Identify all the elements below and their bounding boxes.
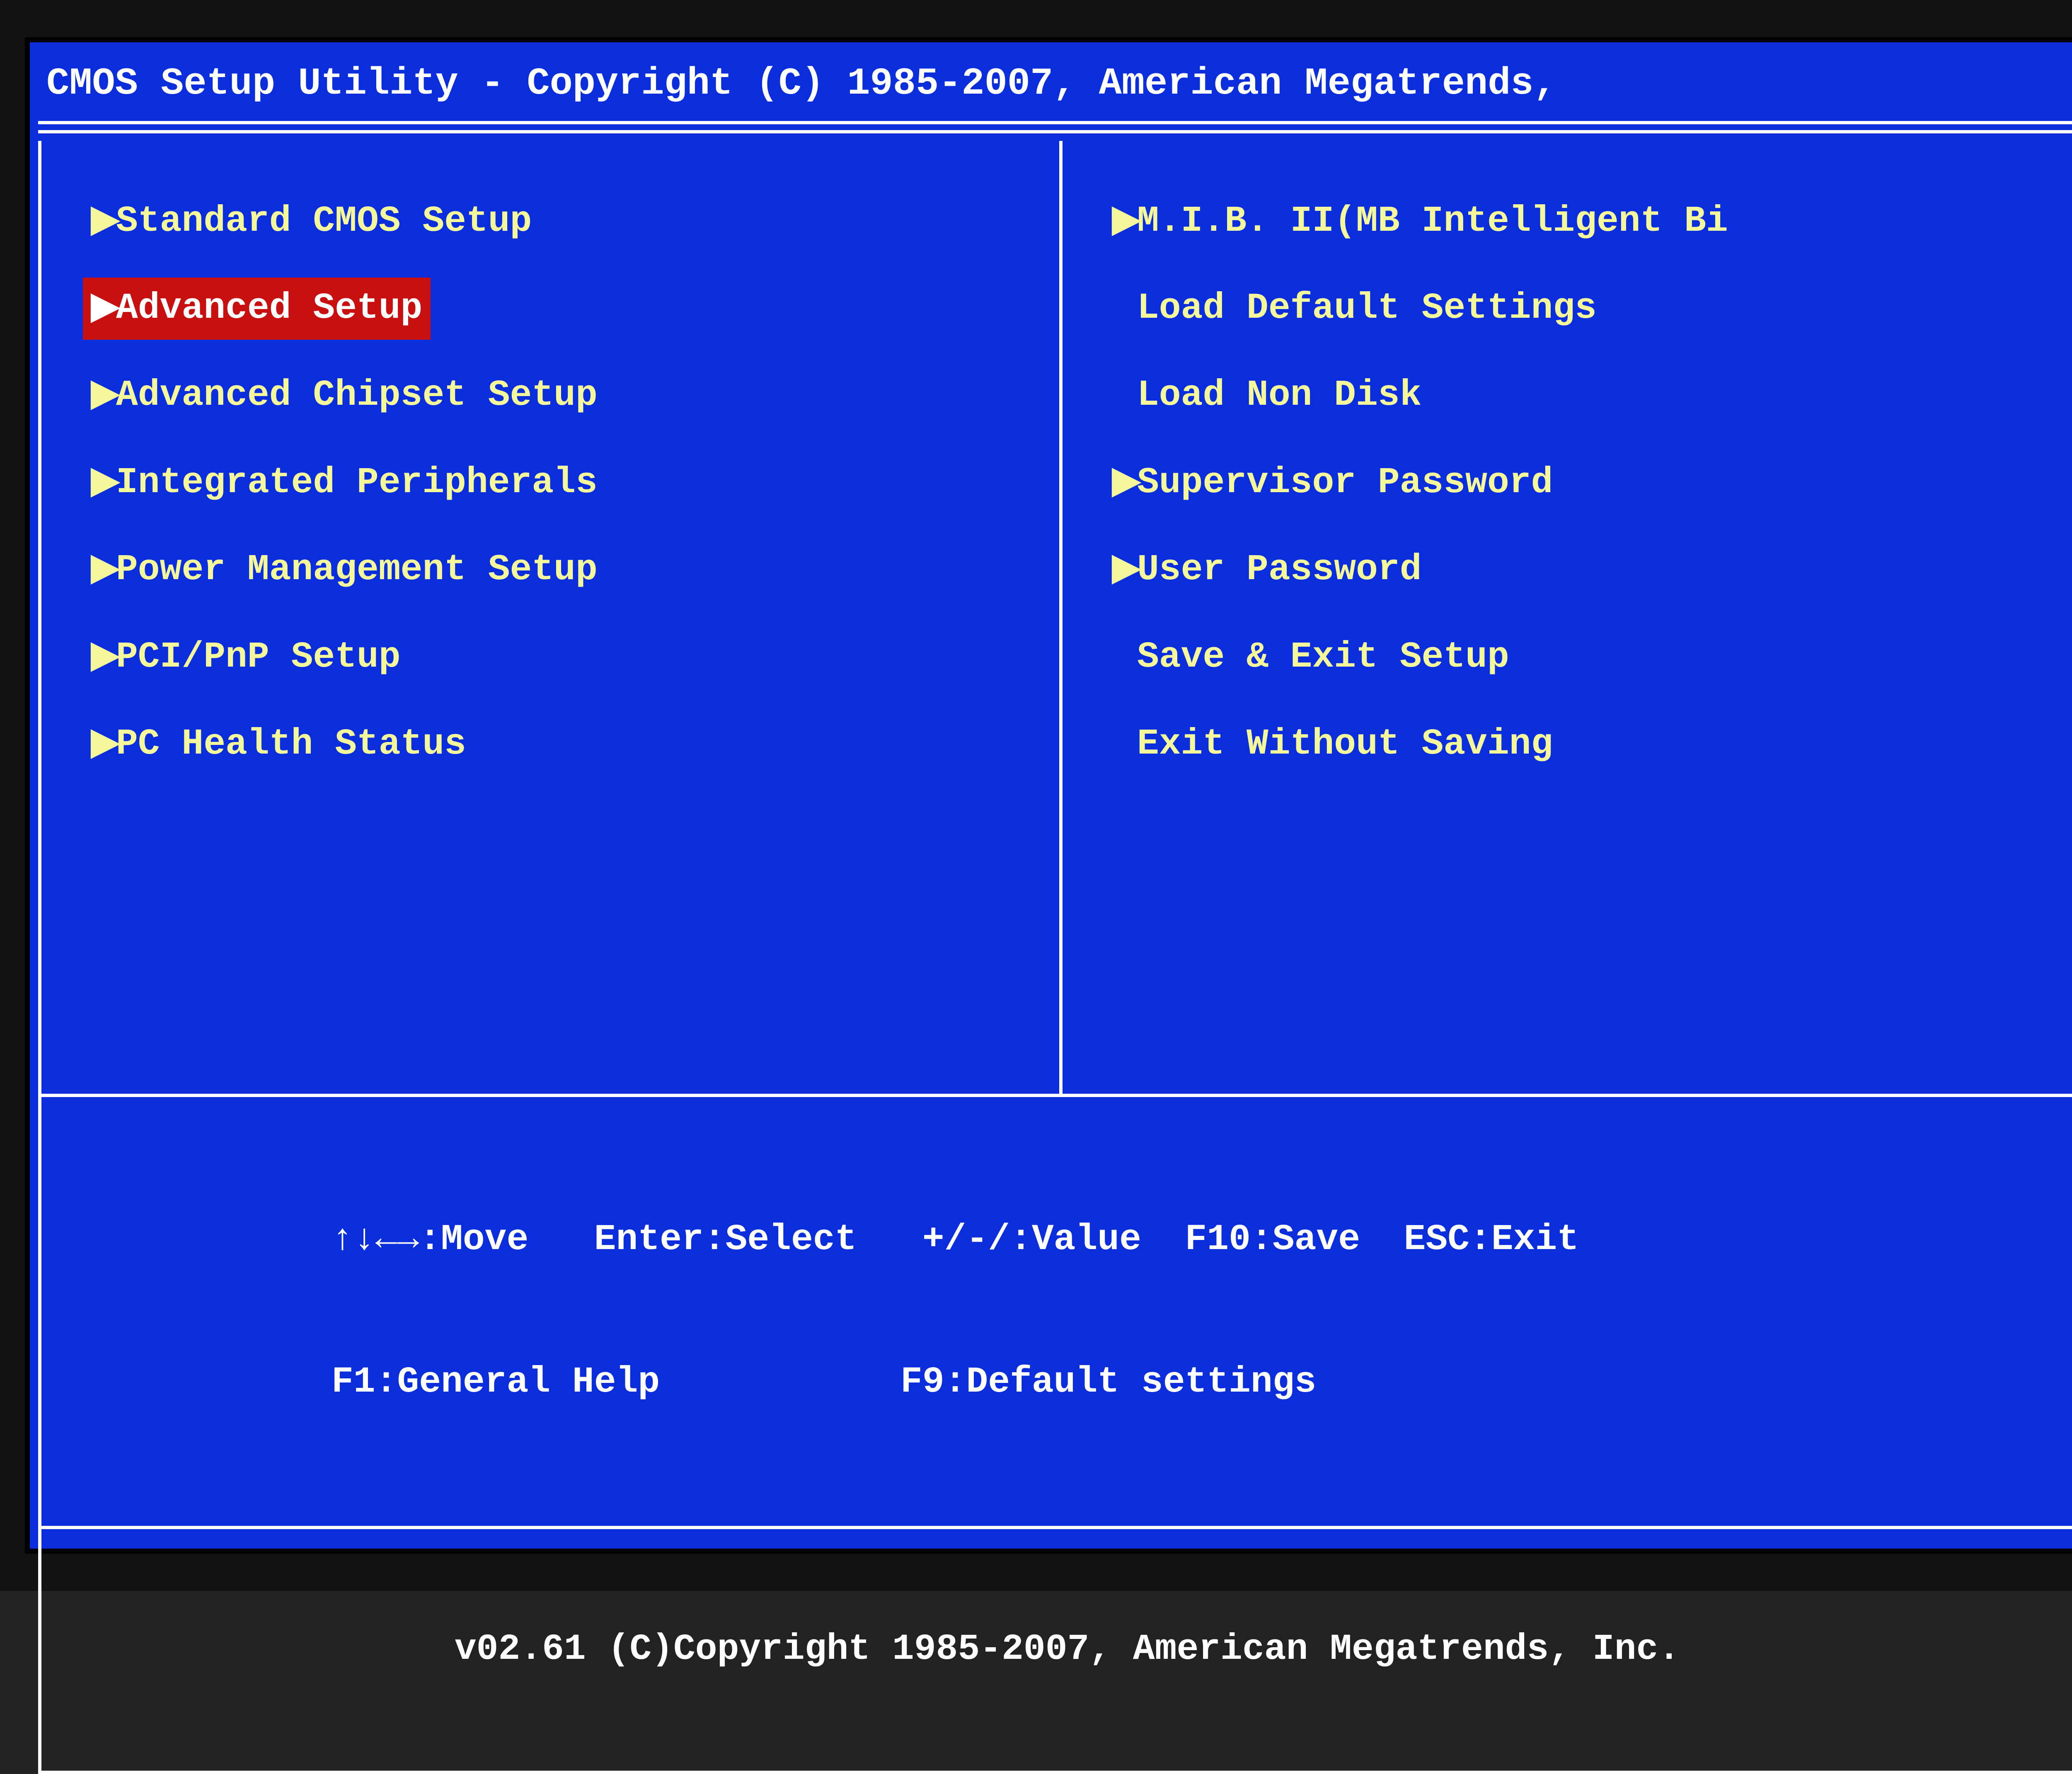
triangle-right-icon: ▶ (91, 546, 116, 594)
menu-item-label: User Password (1137, 546, 1422, 594)
menu-item-right-0[interactable]: ▶M.I.B. II(MB Intelligent Bi (1104, 191, 2047, 253)
menu-left-column: ▶Standard CMOS Setup▶Advanced Setup▶Adva… (41, 141, 1059, 1094)
menu-item-right-2[interactable]: ▶Load Non Disk (1104, 365, 2047, 427)
triangle-right-icon: ▶ (91, 721, 116, 768)
menu-item-label: Advanced Setup (116, 285, 422, 332)
triangle-right-icon: ▶ (91, 459, 116, 507)
menu-item-left-6[interactable]: ▶PC Health Status (83, 713, 1026, 776)
menu-item-label: Exit Without Saving (1137, 721, 1553, 768)
menu-item-right-4[interactable]: ▶User Password (1104, 539, 2047, 601)
menu-item-label: Load Non Disk (1137, 372, 1422, 419)
triangle-right-icon: ▶ (91, 634, 116, 681)
menu-item-label: PCI/PnP Setup (116, 634, 401, 681)
menu-item-label: Standard CMOS Setup (116, 198, 532, 245)
menu-item-label: Load Default Settings (1137, 285, 1597, 332)
triangle-right-icon: ▶ (91, 198, 116, 245)
menu-item-label: Integrated Peripherals (116, 459, 598, 507)
monitor-bezel: CMOS Setup Utility - Copyright (C) 1985-… (0, 0, 2072, 1591)
help-line-2: F1:General Help F9:Default settings (332, 1359, 2047, 1406)
menu-item-right-5[interactable]: ▶Save & Exit Setup (1104, 626, 2047, 689)
bios-screen: CMOS Setup Utility - Copyright (C) 1985-… (25, 37, 2072, 1554)
menu-item-right-6[interactable]: ▶Exit Without Saving (1104, 713, 2047, 776)
menu-item-right-3[interactable]: ▶Supervisor Password (1104, 452, 2047, 514)
menu-item-label: M.I.B. II(MB Intelligent Bi (1137, 198, 1728, 245)
menu-item-left-4[interactable]: ▶Power Management Setup (83, 539, 1026, 601)
divider-double (38, 121, 2072, 124)
footer-bar: v02.61 (C)Copyright 1985-2007, American … (38, 1529, 2072, 1774)
help-bar: ↑↓←→:Move Enter:Select +/-/:Value F10:Sa… (38, 1097, 2072, 1529)
menu-item-right-1[interactable]: ▶Load Default Settings (1104, 278, 2047, 340)
triangle-right-icon: ▶ (91, 372, 116, 419)
footer-text: v02.61 (C)Copyright 1985-2007, American … (455, 1629, 1680, 1670)
triangle-right-icon: ▶ (1112, 459, 1137, 507)
menu-item-left-5[interactable]: ▶PCI/PnP Setup (83, 626, 1026, 689)
menu-item-label: Supervisor Password (1137, 459, 1553, 507)
page-title: CMOS Setup Utility - Copyright (C) 1985-… (30, 42, 2072, 121)
menu-right-column: ▶M.I.B. II(MB Intelligent Bi▶Load Defaul… (1063, 141, 2072, 1094)
menu-item-left-3[interactable]: ▶Integrated Peripherals (83, 452, 1026, 514)
triangle-right-icon: ▶ (1112, 198, 1137, 245)
menu-item-label: Advanced Chipset Setup (116, 372, 598, 419)
menu-item-label: PC Health Status (116, 721, 466, 768)
menu-item-label: Save & Exit Setup (1137, 634, 1509, 681)
menu-item-left-1[interactable]: ▶Advanced Setup (83, 278, 431, 340)
menu-item-left-2[interactable]: ▶Advanced Chipset Setup (83, 365, 1026, 427)
menu-item-left-0[interactable]: ▶Standard CMOS Setup (83, 191, 1026, 253)
menu-body: ▶Standard CMOS Setup▶Advanced Setup▶Adva… (38, 141, 2072, 1097)
help-line-1: ↑↓←→:Move Enter:Select +/-/:Value F10:Sa… (332, 1216, 2047, 1264)
menu-item-label: Power Management Setup (116, 546, 598, 594)
triangle-right-icon: ▶ (1112, 546, 1137, 594)
column-divider (1059, 141, 1063, 1094)
triangle-right-icon: ▶ (91, 285, 116, 332)
